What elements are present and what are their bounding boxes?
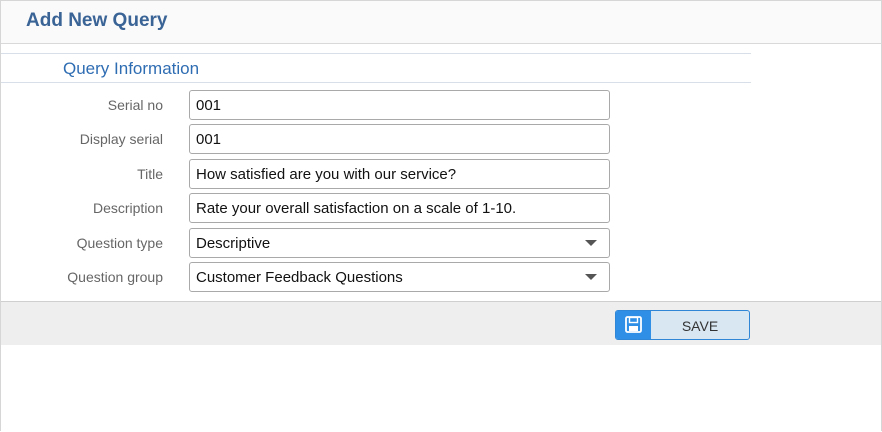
display-serial-label: Display serial xyxy=(79,131,163,147)
question-group-select[interactable]: Customer Feedback Questions xyxy=(189,262,610,292)
chevron-down-icon xyxy=(585,274,597,280)
section-title: Query Information xyxy=(63,59,200,78)
question-group-value: Customer Feedback Questions xyxy=(196,269,403,286)
save-button-label: SAVE xyxy=(681,318,719,334)
form-row-question-group: Question group Customer Feedback Questio… xyxy=(1,262,881,294)
form-row-display-serial: Display serial xyxy=(1,124,881,156)
form-row-question-type: Question type Descriptive xyxy=(1,228,881,260)
page-title: Add New Query xyxy=(26,10,168,31)
question-type-value: Descriptive xyxy=(196,235,271,252)
question-type-select[interactable]: Descriptive xyxy=(189,228,610,258)
serial-no-label: Serial no xyxy=(107,97,163,113)
serial-no-input[interactable] xyxy=(190,91,609,119)
question-group-label: Question group xyxy=(67,269,163,285)
app-window: Add New Query Query Information Serial n… xyxy=(0,0,882,431)
description-field-box xyxy=(189,193,610,223)
save-icon-box xyxy=(616,311,651,339)
form-footer: SAVE xyxy=(1,301,881,345)
description-label: Description xyxy=(92,200,163,216)
question-type-label: Question type xyxy=(76,235,163,251)
floppy-disk-icon xyxy=(625,316,642,333)
serial-no-field-box xyxy=(189,90,610,120)
page-header: Add New Query xyxy=(1,1,881,44)
title-field-box xyxy=(189,159,610,189)
form-row-serial-no: Serial no xyxy=(1,90,881,122)
chevron-down-icon xyxy=(585,240,597,246)
form-row-title: Title xyxy=(1,159,881,191)
save-button[interactable]: SAVE xyxy=(615,310,750,340)
display-serial-input[interactable] xyxy=(190,125,609,153)
title-input[interactable] xyxy=(190,160,609,188)
form-row-description: Description xyxy=(1,193,881,225)
display-serial-field-box xyxy=(189,124,610,154)
title-label: Title xyxy=(137,166,163,182)
section-header: Query Information xyxy=(1,53,751,83)
description-input[interactable] xyxy=(190,194,609,222)
